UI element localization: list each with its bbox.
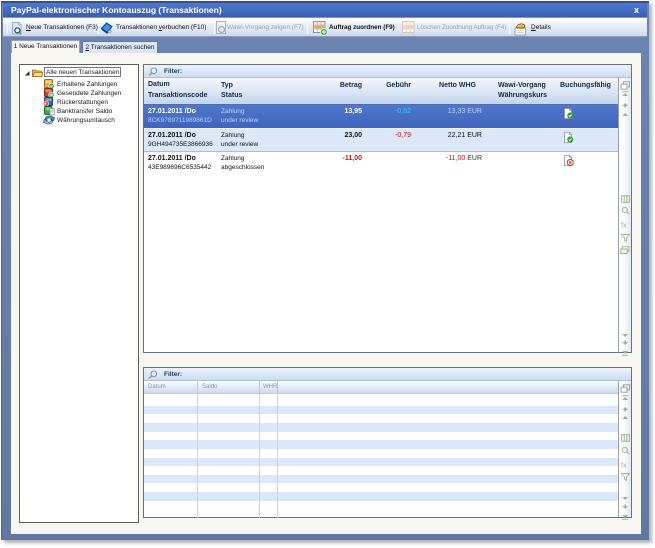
svg-text:fx: fx	[621, 463, 627, 470]
svg-text:fx: fx	[621, 223, 627, 230]
